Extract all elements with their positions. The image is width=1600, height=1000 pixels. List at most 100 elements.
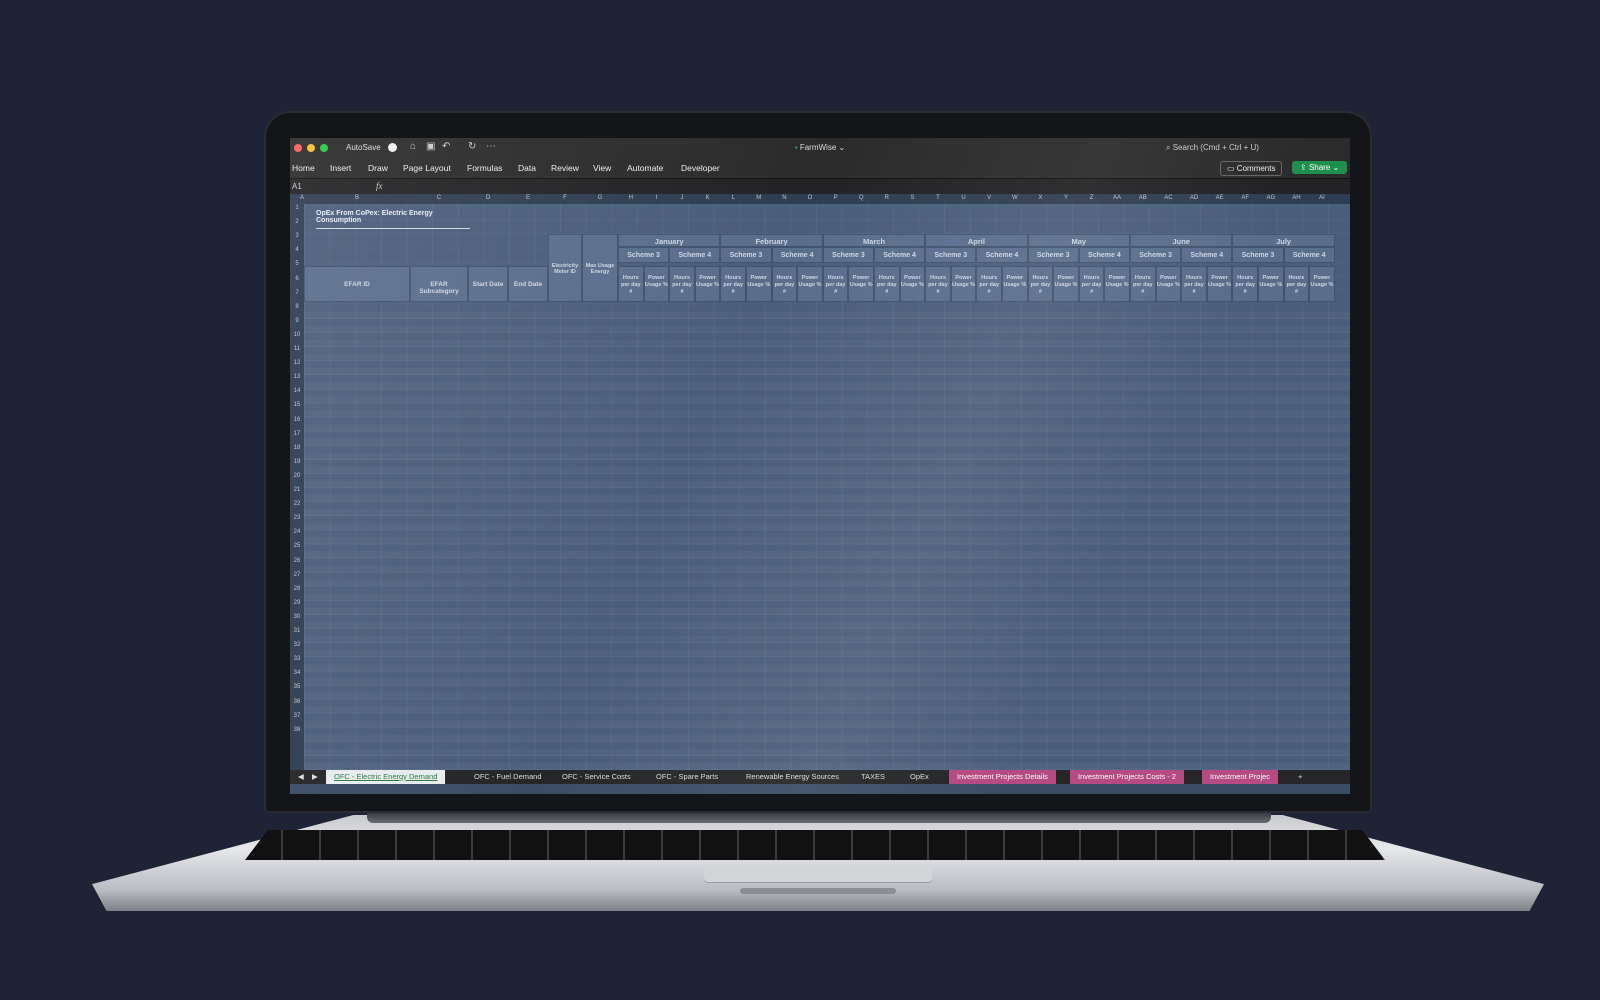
column-header[interactable]: W <box>1002 195 1028 201</box>
add-sheet-icon[interactable]: + <box>1290 770 1310 784</box>
row-header[interactable]: 23 <box>290 515 304 521</box>
sheet-tab[interactable]: Investment Projec <box>1202 770 1279 784</box>
row-header[interactable]: 35 <box>290 684 304 690</box>
row-header[interactable]: 36 <box>290 699 304 705</box>
column-header[interactable]: G <box>582 195 618 201</box>
column-header[interactable]: P <box>823 195 849 201</box>
search-box[interactable]: ⌕ Search (Cmd + Ctrl + U) <box>1166 143 1259 153</box>
row-header[interactable]: 37 <box>290 713 304 719</box>
row-header[interactable]: 16 <box>290 417 304 423</box>
row-header[interactable]: 26 <box>290 558 304 564</box>
row-header[interactable]: 22 <box>290 501 304 507</box>
row-header[interactable]: 4 <box>290 247 304 253</box>
column-header[interactable]: AG <box>1258 195 1284 201</box>
column-header[interactable]: L <box>720 195 746 201</box>
row-header[interactable]: 20 <box>290 473 304 479</box>
row-header[interactable]: 1 <box>290 205 304 211</box>
comments-button[interactable]: ▭ Comments <box>1220 161 1283 176</box>
column-header[interactable]: M <box>746 195 772 201</box>
row-header[interactable]: 15 <box>290 402 304 408</box>
column-header[interactable]: C <box>410 195 468 201</box>
row-header[interactable]: 32 <box>290 642 304 648</box>
row-header[interactable]: 2 <box>290 219 304 225</box>
row-header[interactable]: 10 <box>290 332 304 338</box>
sheet-tab[interactable]: Renewable Energy Sources <box>738 770 847 784</box>
row-header[interactable]: 30 <box>290 614 304 620</box>
share-button[interactable]: ⇪ Share ⌄ <box>1292 161 1348 174</box>
row-header[interactable]: 3 <box>290 233 304 239</box>
tab-page-layout[interactable]: Page Layout <box>403 163 451 173</box>
column-header[interactable]: H <box>618 195 644 201</box>
row-header[interactable]: 33 <box>290 656 304 662</box>
row-header[interactable]: 17 <box>290 431 304 437</box>
column-header[interactable]: T <box>925 195 951 201</box>
scroll-right-icon[interactable]: ▶ <box>304 770 326 784</box>
sheet-tab[interactable]: Investment Projects Details <box>949 770 1056 784</box>
column-header[interactable]: Q <box>848 195 874 201</box>
column-header[interactable]: E <box>508 195 548 201</box>
tab-review[interactable]: Review <box>551 163 579 173</box>
column-header[interactable]: K <box>695 195 721 201</box>
column-header[interactable]: F <box>548 195 582 201</box>
column-header[interactable]: X <box>1028 195 1054 201</box>
row-header[interactable]: 7 <box>290 290 304 296</box>
column-header[interactable]: AA <box>1104 195 1130 201</box>
column-header[interactable]: J <box>669 195 695 201</box>
column-header[interactable]: AC <box>1156 195 1182 201</box>
row-header[interactable]: 34 <box>290 670 304 676</box>
sheet-tab[interactable]: TAXES <box>853 770 893 784</box>
row-header[interactable]: 11 <box>290 346 304 352</box>
column-header[interactable]: I <box>644 195 670 201</box>
row-header[interactable]: 12 <box>290 360 304 366</box>
tab-formulas[interactable]: Formulas <box>467 163 502 173</box>
column-header[interactable]: AB <box>1130 195 1156 201</box>
column-header[interactable]: R <box>874 195 900 201</box>
tab-developer[interactable]: Developer <box>681 163 720 173</box>
row-header[interactable]: 5 <box>290 261 304 267</box>
column-header[interactable]: AF <box>1232 195 1258 201</box>
row-header[interactable]: 38 <box>290 727 304 733</box>
column-header[interactable]: AI <box>1309 195 1335 201</box>
column-header[interactable]: Z <box>1079 195 1105 201</box>
tab-data[interactable]: Data <box>518 163 536 173</box>
sheet-tab[interactable]: OFC - Fuel Demand <box>466 770 550 784</box>
column-header[interactable]: D <box>468 195 508 201</box>
sheet-tab[interactable]: OFC - Service Costs <box>554 770 639 784</box>
row-header[interactable]: 28 <box>290 586 304 592</box>
row-header[interactable]: 9 <box>290 318 304 324</box>
share-icon: ⇪ <box>1300 163 1307 172</box>
sheet-tab[interactable]: OFC - Electric Energy Demand <box>326 770 446 784</box>
tab-draw[interactable]: Draw <box>368 163 388 173</box>
row-header[interactable]: 29 <box>290 600 304 606</box>
row-header[interactable]: 27 <box>290 572 304 578</box>
column-header[interactable]: AE <box>1207 195 1233 201</box>
row-header[interactable]: 14 <box>290 388 304 394</box>
column-header[interactable]: Y <box>1053 195 1079 201</box>
row-header[interactable]: 25 <box>290 543 304 549</box>
column-header[interactable]: V <box>976 195 1002 201</box>
row-header[interactable]: 8 <box>290 304 304 310</box>
sheet-tab[interactable]: OFC - Spare Parts <box>648 770 726 784</box>
column-header[interactable]: AH <box>1284 195 1310 201</box>
tab-automate[interactable]: Automate <box>627 163 663 173</box>
row-header[interactable]: 31 <box>290 628 304 634</box>
column-header[interactable]: B <box>304 195 410 201</box>
row-header[interactable]: 6 <box>290 276 304 282</box>
fx-icon[interactable]: fx <box>376 181 383 191</box>
sheet-tab[interactable]: OpEx <box>902 770 937 784</box>
row-header[interactable]: 24 <box>290 529 304 535</box>
column-header[interactable]: O <box>797 195 823 201</box>
sheet-tab[interactable]: Investment Projects Costs - 2 <box>1070 770 1184 784</box>
column-header[interactable]: S <box>900 195 926 201</box>
column-header[interactable]: N <box>772 195 798 201</box>
tab-home[interactable]: Home <box>292 163 315 173</box>
tab-view[interactable]: View <box>593 163 611 173</box>
row-header[interactable]: 19 <box>290 459 304 465</box>
row-header[interactable]: 13 <box>290 374 304 380</box>
tab-insert[interactable]: Insert <box>330 163 351 173</box>
row-header[interactable]: 18 <box>290 445 304 451</box>
row-header[interactable]: 21 <box>290 487 304 493</box>
column-header[interactable]: U <box>951 195 977 201</box>
column-header[interactable]: AD <box>1181 195 1207 201</box>
name-box[interactable]: A1 <box>292 182 302 191</box>
